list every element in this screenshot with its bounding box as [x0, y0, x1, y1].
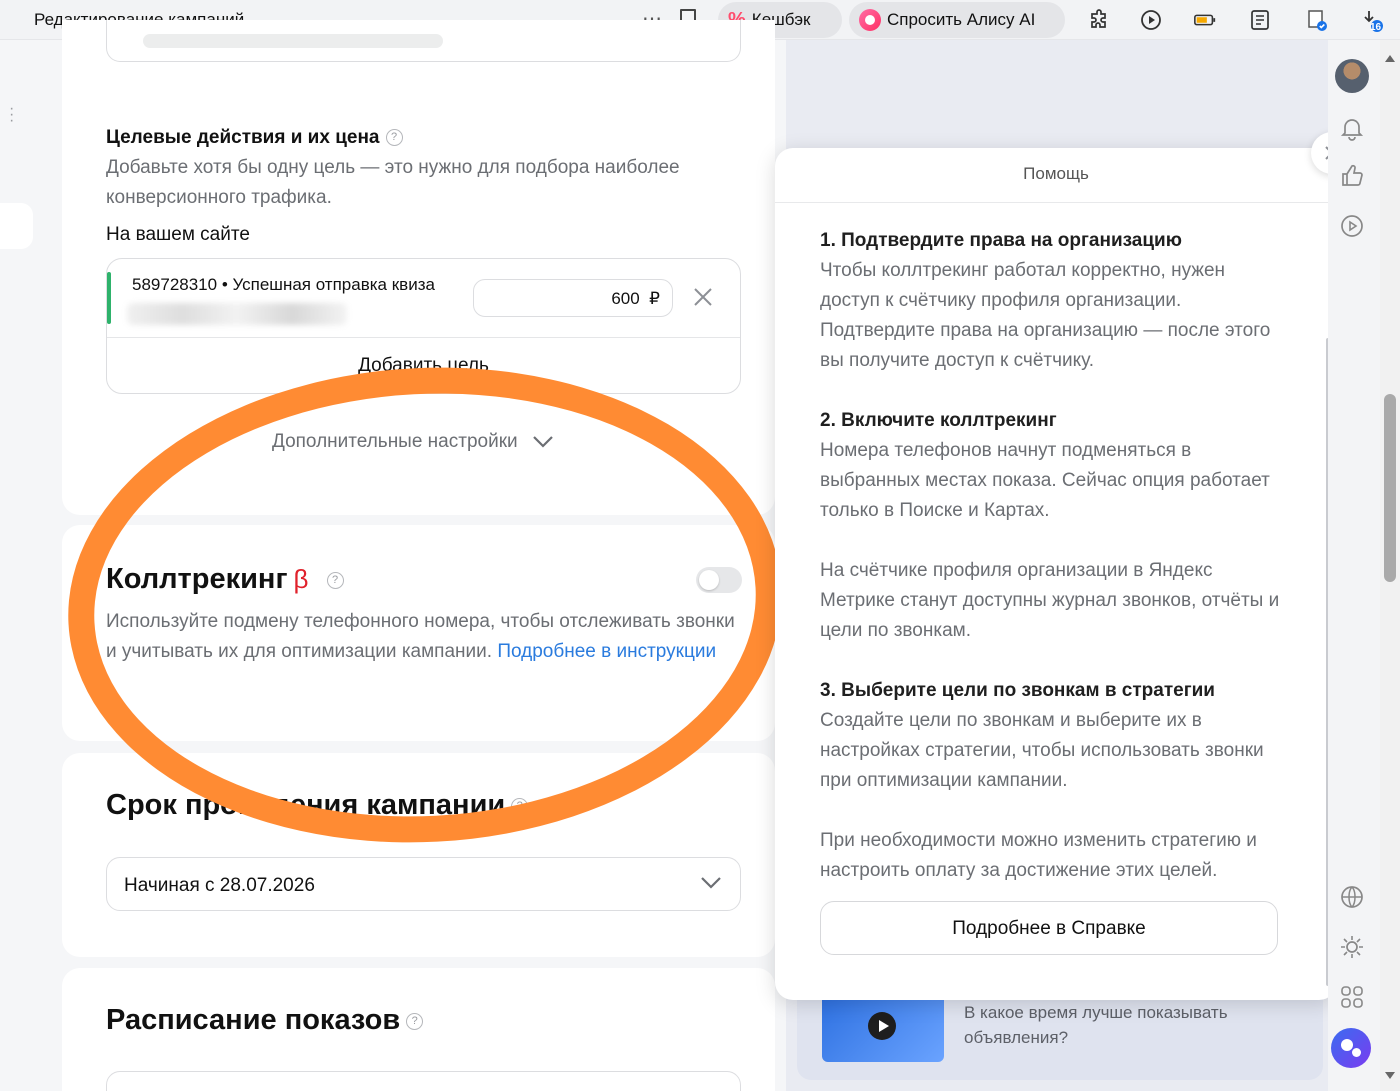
help-icon[interactable]: ?: [385, 129, 403, 147]
help-icon[interactable]: ?: [406, 1012, 424, 1030]
start-date-select[interactable]: Начиная с 28.07.2026: [106, 857, 741, 911]
battery-icon[interactable]: [1193, 8, 1217, 32]
help-step-title: 2. Включите коллтрекинг: [820, 410, 1057, 431]
period-title-row: Срок проведения кампании?: [106, 789, 529, 822]
previous-field[interactable]: [106, 20, 741, 62]
period-card: Срок проведения кампании? Начиная с 28.0…: [62, 753, 775, 957]
downloads-badge: 16: [1370, 22, 1382, 33]
help-panel-title: Помощь: [775, 148, 1337, 203]
video-icon[interactable]: [1339, 213, 1365, 239]
more-settings-toggle[interactable]: Дополнительные настройки: [272, 431, 554, 453]
like-icon[interactable]: [1339, 163, 1365, 189]
help-icon[interactable]: ?: [326, 571, 344, 589]
schedule-field[interactable]: [106, 1071, 741, 1091]
help-step-note: При необходимости можно изменить стратег…: [820, 830, 1257, 881]
calltracking-title-row: Коллтрекинг β?: [106, 563, 344, 596]
media-play-icon[interactable]: [1139, 8, 1163, 32]
help-panel: Помощь 1. Подтвердите права на организац…: [775, 148, 1337, 1000]
help-step-note: На счётчике профиля организации в Яндекс…: [820, 560, 1280, 641]
brightness-icon[interactable]: [1339, 934, 1365, 960]
chevron-down-icon: [701, 877, 721, 889]
calltracking-toggle[interactable]: [696, 567, 742, 593]
calltracking-link[interactable]: Подробнее в инструкции: [497, 641, 716, 662]
goals-description: Добавьте хотя бы одну цель — это нужно д…: [106, 157, 680, 208]
help-step-title: 1. Подтвердите права на организацию: [820, 230, 1182, 251]
goal-price-value: 600: [611, 289, 640, 308]
drag-handle-icon[interactable]: · · ·: [9, 101, 14, 129]
reader-icon[interactable]: [1248, 8, 1272, 32]
video-card-text: В какое время лучше показывать объявлени…: [964, 1003, 1228, 1047]
goals-card: Целевые действия и их цена? Добавьте хот…: [62, 20, 775, 515]
help-content: 1. Подтвердите права на организацию Чтоб…: [820, 226, 1290, 886]
help-step-title: 3. Выберите цели по звонкам в стратегии: [820, 680, 1215, 701]
alice-label: Спросить Алису AI: [887, 10, 1036, 29]
help-step-text: Номера телефонов начнут подменяться в вы…: [820, 440, 1270, 521]
goal-status-bar: [107, 272, 111, 324]
help-step-text: Создайте цели по звонкам и выберите их в…: [820, 710, 1264, 791]
goal-price-input[interactable]: 600 ₽: [473, 279, 673, 317]
goal-list: 589728310 • Успешная отправка квиза 600 …: [106, 258, 741, 394]
help-more-button[interactable]: Подробнее в Справке: [820, 901, 1278, 955]
play-icon[interactable]: [868, 1012, 896, 1040]
calltracking-description: Используйте подмену телефонного номера, …: [106, 607, 736, 667]
on-site-label: На вашем сайте: [106, 224, 250, 245]
scrollbar-thumb[interactable]: [1384, 394, 1396, 582]
apps-grid-icon[interactable]: [1339, 984, 1365, 1010]
schedule-title-row: Расписание показов?: [106, 1004, 424, 1037]
globe-icon[interactable]: [1339, 884, 1365, 910]
beta-badge: β: [293, 564, 309, 594]
bell-icon[interactable]: [1339, 115, 1365, 141]
goal-currency: ₽: [649, 289, 660, 308]
scroll-down-icon[interactable]: [1385, 1072, 1395, 1080]
divider: [107, 337, 740, 338]
calltracking-card: Коллтрекинг β? Используйте подмену телефо…: [62, 525, 775, 741]
goals-title-text: Целевые действия и их цена: [106, 127, 380, 148]
schedule-card: Расписание показов?: [62, 968, 775, 1091]
alice-icon: [859, 9, 881, 31]
schedule-title: Расписание показов: [106, 1004, 401, 1036]
help-step-text: Чтобы коллтрекинг работал корректно, нуж…: [820, 260, 1271, 371]
extensions-icon[interactable]: [1088, 8, 1112, 32]
goal-name: 589728310 • Успешная отправка квиза: [132, 275, 435, 294]
remove-goal-icon[interactable]: [692, 286, 714, 308]
translate-icon[interactable]: [1305, 8, 1329, 32]
help-icon[interactable]: ?: [511, 797, 529, 815]
period-title: Срок проведения кампании: [106, 789, 506, 821]
goals-section-title: Целевые действия и их цена?: [106, 127, 403, 149]
ask-alice-button[interactable]: Спросить Алису AI: [849, 2, 1065, 38]
goal-url-redacted: [127, 303, 347, 325]
add-goal-button[interactable]: Добавить цель: [107, 355, 740, 377]
more-settings-label: Дополнительные настройки: [272, 431, 518, 452]
scroll-up-icon[interactable]: [1385, 54, 1395, 62]
avatar[interactable]: [1335, 59, 1369, 93]
start-date-value: Начиная с 28.07.2026: [124, 875, 315, 896]
assistant-button[interactable]: [1331, 1028, 1371, 1068]
calltracking-title: Коллтрекинг: [106, 563, 288, 595]
side-tab[interactable]: [0, 203, 33, 249]
chevron-down-icon: [532, 436, 553, 448]
